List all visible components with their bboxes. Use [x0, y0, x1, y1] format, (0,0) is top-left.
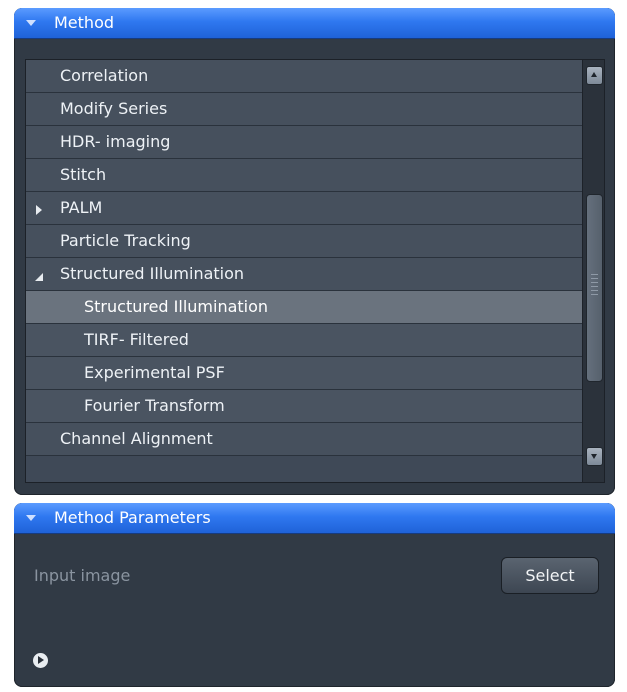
method-panel-header[interactable]: Method: [14, 8, 615, 38]
list-item-label: Stitch: [60, 165, 107, 184]
list-item-particle-tracking[interactable]: Particle Tracking: [26, 225, 582, 258]
grip-line: [591, 278, 598, 279]
vertical-scrollbar[interactable]: [582, 60, 604, 482]
play-icon: [38, 656, 44, 664]
method-list: Correlation Modify Series HDR- imaging S…: [25, 59, 605, 483]
chevron-down-icon[interactable]: [26, 20, 36, 26]
list-item-stitch[interactable]: Stitch: [26, 159, 582, 192]
list-item-palm[interactable]: PALM: [26, 192, 582, 225]
method-parameters-header[interactable]: Method Parameters: [14, 503, 615, 533]
scroll-down-button[interactable]: [586, 447, 603, 466]
list-item-correlation[interactable]: Correlation: [26, 60, 582, 93]
list-item-label: Fourier Transform: [84, 396, 225, 415]
list-item-structured-illumination-group[interactable]: Structured Illumination: [26, 258, 582, 291]
list-item-label: TIRF- Filtered: [84, 330, 189, 349]
list-item-modify-series[interactable]: Modify Series: [26, 93, 582, 126]
grip-line: [591, 282, 598, 283]
method-panel-title: Method: [54, 13, 115, 32]
list-item-label: Experimental PSF: [84, 363, 225, 382]
grip-line: [591, 294, 598, 295]
list-item-label: Particle Tracking: [60, 231, 191, 250]
list-item-hdr-imaging[interactable]: HDR- imaging: [26, 126, 582, 159]
arrow-up-icon: [591, 72, 597, 77]
list-item-label: Modify Series: [60, 99, 168, 118]
grip-line: [591, 286, 598, 287]
triangle-down-icon[interactable]: [35, 273, 43, 281]
method-panel: Method Correlation Modify Series HDR- im…: [14, 8, 615, 495]
list-item-channel-alignment[interactable]: Channel Alignment: [26, 423, 582, 456]
list-item-label: HDR- imaging: [60, 132, 171, 151]
list-item-label: Structured Illumination: [60, 264, 245, 283]
list-item-tirf-filtered[interactable]: TIRF- Filtered: [26, 324, 582, 357]
select-button[interactable]: Select: [501, 557, 599, 594]
input-image-label: Input image: [34, 566, 131, 585]
method-parameters-title: Method Parameters: [54, 508, 211, 527]
list-item-experimental-psf[interactable]: Experimental PSF: [26, 357, 582, 390]
list-item-structured-illumination[interactable]: Structured Illumination: [26, 291, 582, 324]
grip-line: [591, 290, 598, 291]
chevron-down-icon[interactable]: [26, 515, 36, 521]
list-item-label: Correlation: [60, 66, 149, 85]
method-parameters-panel: Method Parameters Input image Select: [14, 503, 615, 687]
list-item-label: Structured Illumination: [84, 297, 269, 316]
play-circle-icon[interactable]: [33, 653, 48, 668]
grip-line: [591, 274, 598, 275]
list-item-label: PALM: [60, 198, 103, 217]
list-item-label: Channel Alignment: [60, 429, 213, 448]
arrow-down-icon: [591, 454, 597, 459]
list-item-fourier-transform[interactable]: Fourier Transform: [26, 390, 582, 423]
scroll-up-button[interactable]: [586, 66, 603, 85]
triangle-right-icon[interactable]: [36, 205, 42, 215]
scroll-thumb[interactable]: [586, 194, 603, 382]
